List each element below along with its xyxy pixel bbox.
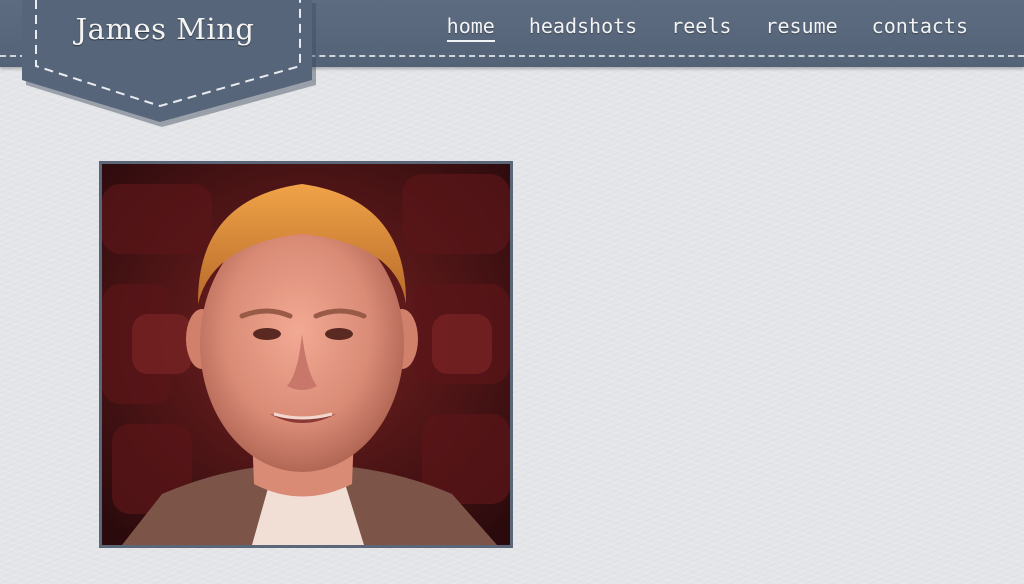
site-logo[interactable]: James Ming — [60, 12, 270, 46]
logo-badge[interactable]: James Ming — [0, 0, 340, 130]
portrait-photo-icon — [102, 164, 510, 545]
nav-item-headshots[interactable]: headshots — [529, 14, 637, 42]
main-nav: home headshots reels resume contacts — [413, 14, 968, 42]
nav-item-reels[interactable]: reels — [671, 14, 731, 42]
nav-item-home[interactable]: home — [446, 14, 495, 42]
nav-item-resume[interactable]: resume — [765, 14, 837, 42]
headshot-photo — [99, 161, 513, 548]
nav-item-contacts[interactable]: contacts — [872, 14, 968, 42]
